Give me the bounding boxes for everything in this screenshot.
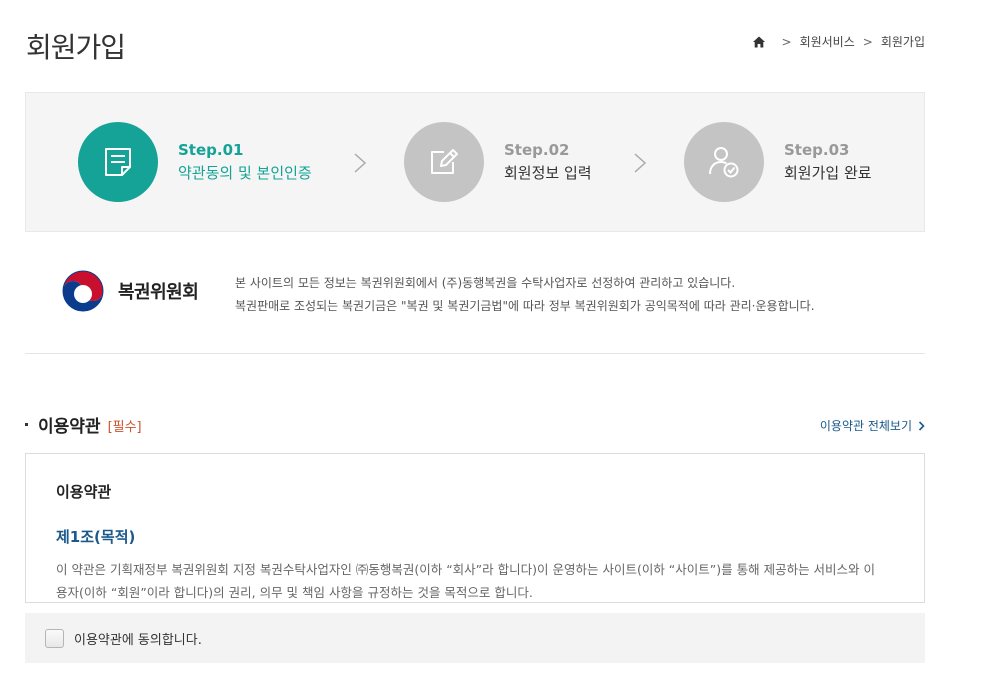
info-line-1: 본 사이트의 모든 정보는 복권위원회에서 (주)동행복권을 수탁사업자로 선정… xyxy=(235,276,736,290)
section-title: 이용약관 [필수] xyxy=(25,412,142,437)
terms-body-line-1: 이 약관은 기획재정부 복권위원회 지정 복권수탁사업자인 ㈜동행복권(이하 “… xyxy=(56,562,876,577)
step-3-circle xyxy=(684,122,764,202)
view-all-terms-link[interactable]: 이용약관 전체보기 xyxy=(820,417,925,434)
user-check-icon xyxy=(709,147,739,178)
terms-title: 이용약관 xyxy=(38,417,101,437)
breadcrumb-item-signup: 회원가입 xyxy=(880,35,925,49)
step-3-label: 회원가입 완료 xyxy=(784,164,872,182)
view-all-label: 이용약관 전체보기 xyxy=(819,419,912,433)
step-2-circle xyxy=(404,122,484,202)
terms-article-title: 제1조(목적) xyxy=(56,528,136,546)
page-title: 회원가입 xyxy=(26,31,126,64)
required-tag: [필수] xyxy=(107,420,142,435)
step-1-number: Step.01 xyxy=(178,141,244,159)
home-icon[interactable] xyxy=(752,35,766,49)
chevron-right-icon xyxy=(918,420,925,431)
breadcrumb-separator: > xyxy=(781,34,792,49)
info-line-2: 복권판매로 조성되는 복권기금은 "복권 및 복권기금법"에 따라 정부 복권위… xyxy=(235,299,815,313)
bullet-icon xyxy=(25,423,28,426)
chevron-right-icon xyxy=(634,153,647,173)
terms-scroll-box[interactable]: 이용약관 제1조(목적) 이 약관은 기획재정부 복권위원회 지정 복권수탁사업… xyxy=(25,453,925,603)
terms-section-header: 이용약관 [필수] 이용약관 전체보기 xyxy=(25,412,925,438)
breadcrumb: > 회원서비스 > 회원가입 xyxy=(752,33,925,50)
terms-heading: 이용약관 xyxy=(56,483,112,501)
info-text: 본 사이트의 모든 정보는 복권위원회에서 (주)동행복권을 수탁사업자로 선정… xyxy=(235,272,815,318)
agree-checkbox[interactable] xyxy=(45,628,64,648)
agree-label[interactable]: 이용약관에 동의합니다. xyxy=(74,629,202,648)
step-2-label: 회원정보 입력 xyxy=(504,164,592,182)
step-1: Step.01 약관동의 및 본인인증 xyxy=(78,122,312,202)
terms-body: 이 약관은 기획재정부 복권위원회 지정 복권수탁사업자인 ㈜동행복권(이하 “… xyxy=(56,558,894,602)
step-3-number: Step.03 xyxy=(784,141,850,159)
terms-body-line-2: 용자(이하 “회원”이라 합니다)의 권리, 의무 및 책임 사항을 규정하는 … xyxy=(56,585,533,600)
breadcrumb-separator: > xyxy=(862,34,873,49)
logo-text: 복권위원회 xyxy=(118,282,199,303)
taegeuk-emblem-icon xyxy=(62,270,104,312)
signup-steps: Step.01 약관동의 및 본인인증 Step.02 회원정보 입력 Step… xyxy=(25,92,925,232)
agree-bar: 이용약관에 동의합니다. xyxy=(25,613,925,663)
step-2: Step.02 회원정보 입력 xyxy=(404,122,592,202)
step-2-number: Step.02 xyxy=(504,141,570,159)
document-icon xyxy=(105,148,131,176)
step-1-circle xyxy=(78,122,158,202)
breadcrumb-item-member-service[interactable]: 회원서비스 xyxy=(800,33,855,50)
edit-icon xyxy=(431,149,458,174)
lottery-commission-logo: 복권위원회 xyxy=(60,268,199,314)
step-3: Step.03 회원가입 완료 xyxy=(684,122,872,202)
step-1-label: 약관동의 및 본인인증 xyxy=(178,164,312,182)
lottery-commission-info: 복권위원회 본 사이트의 모든 정보는 복권위원회에서 (주)동행복권을 수탁사… xyxy=(25,250,925,354)
chevron-right-icon xyxy=(354,153,367,173)
